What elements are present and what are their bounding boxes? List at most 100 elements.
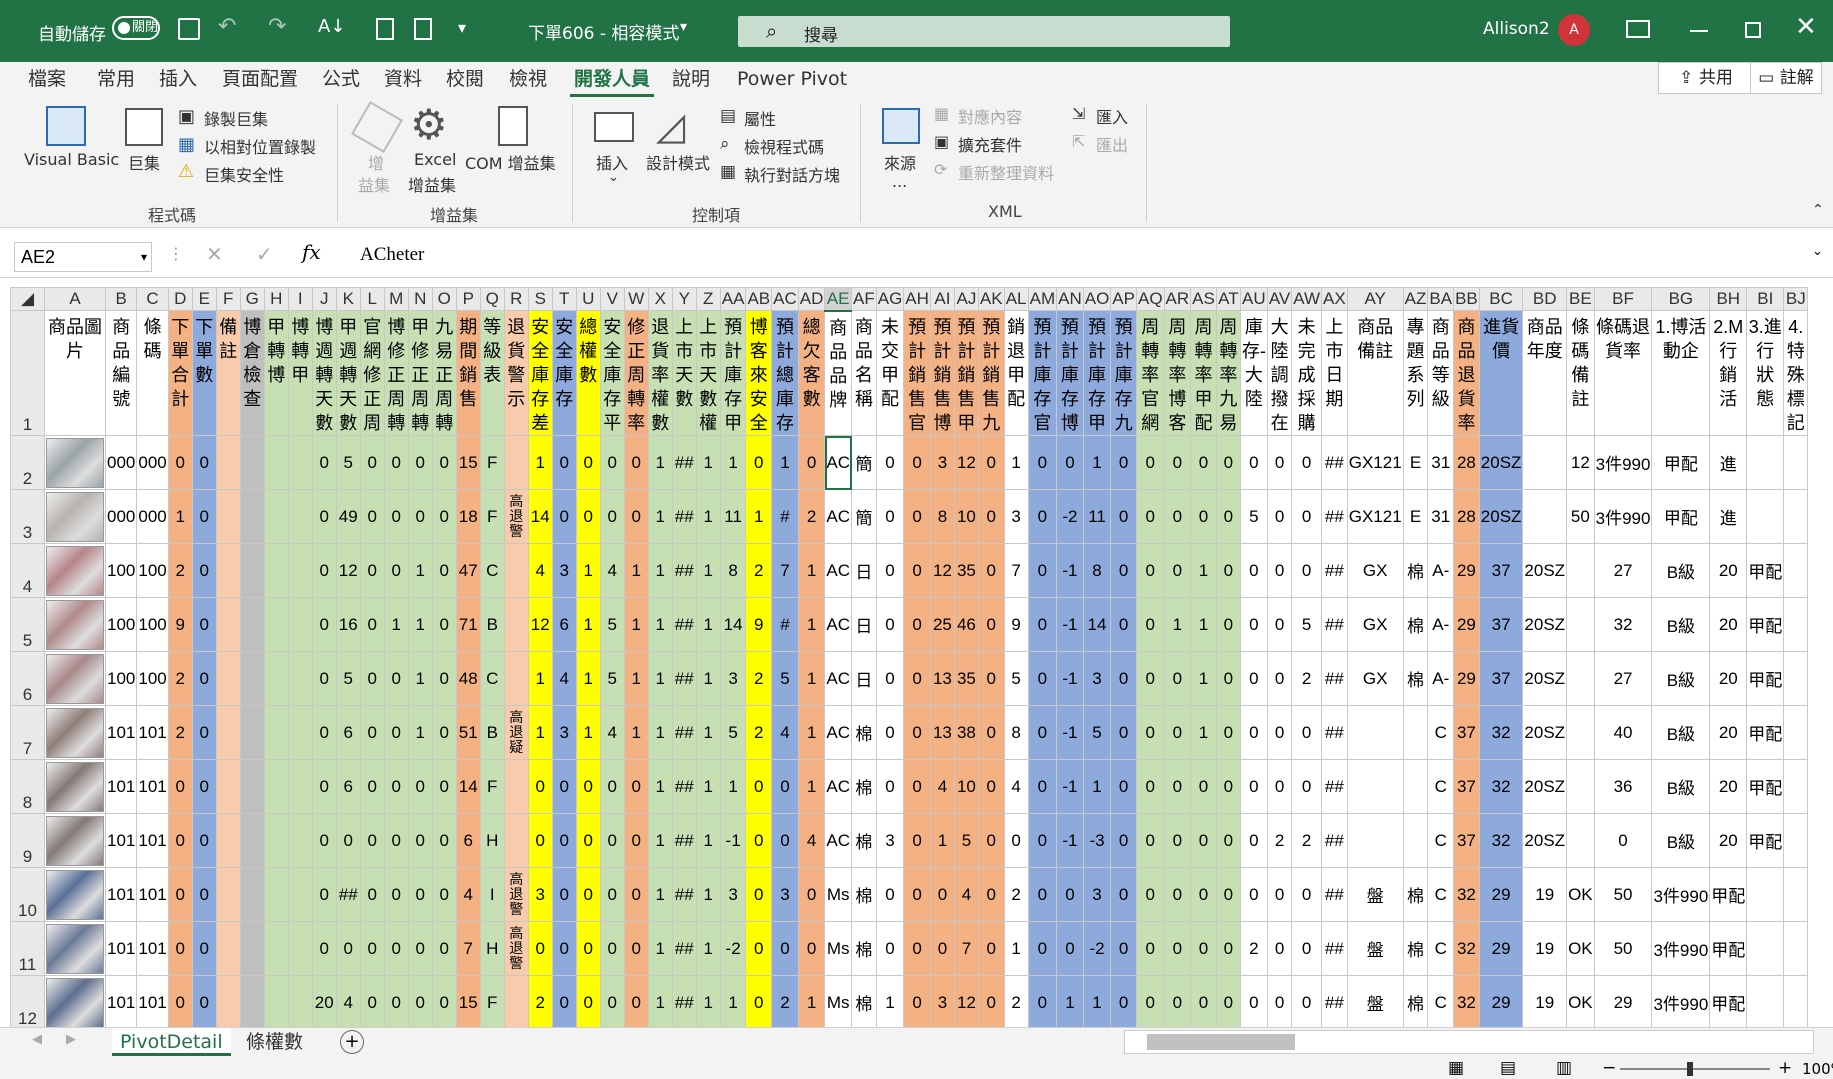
table-cell[interactable]: 1 [929,813,955,868]
table-cell[interactable]: 14 [527,489,553,544]
table-cell[interactable]: 0 [903,921,931,976]
table-cell[interactable]: 0 [191,813,217,868]
header-cell[interactable]: 九易正周轉 [431,310,457,436]
table-cell[interactable]: 0 [1110,435,1137,490]
table-cell[interactable]: 高退疑 [503,705,529,760]
table-cell[interactable]: 0 [903,759,931,814]
table-cell[interactable] [1402,759,1429,814]
table-cell[interactable]: 甲配 [1651,489,1711,544]
table-cell[interactable]: 0 [311,489,337,544]
table-cell[interactable]: 0 [551,813,577,868]
product-image[interactable] [44,759,106,814]
run-dialog-button[interactable]: 執行對話方塊 [744,162,840,186]
table-cell[interactable]: 32 [1478,813,1524,868]
name-box[interactable]: AE2 ▾ [14,242,152,272]
table-cell[interactable]: 甲配 [1746,813,1785,868]
macro-security-button[interactable]: 巨集安全性 [204,162,284,186]
table-cell[interactable]: 5 [599,651,625,706]
header-cell[interactable]: 下單數 [191,310,217,436]
table-cell[interactable]: 0 [977,921,1005,976]
table-cell[interactable]: # [771,489,799,544]
table-cell[interactable]: 3 [771,867,799,922]
table-cell[interactable]: 1 [695,921,721,976]
table-cell[interactable]: 0 [771,759,799,814]
table-cell[interactable]: 0 [407,813,433,868]
table-cell[interactable]: 盤 [1346,921,1404,976]
header-cell[interactable]: 博轉甲 [287,310,313,436]
table-cell[interactable]: ## [671,651,697,706]
table-cell[interactable]: 15 [455,435,481,490]
table-cell[interactable]: 3件990 [1651,921,1711,976]
table-cell[interactable]: 10 [953,489,979,544]
table-cell[interactable] [1566,651,1595,706]
table-cell[interactable]: 1 [695,435,721,490]
table-cell[interactable]: 29 [1478,867,1524,922]
table-cell[interactable]: 0 [551,975,577,1027]
table-cell[interactable]: 0 [1163,813,1192,868]
table-cell[interactable]: 0 [359,543,385,598]
table-cell[interactable] [1746,489,1785,544]
table-cell[interactable]: ## [1321,489,1348,544]
column-header-aa[interactable]: AA [719,287,747,311]
table-cell[interactable]: B級 [1651,597,1711,652]
table-cell[interactable]: 0 [191,705,217,760]
table-cell[interactable]: 0 [875,705,905,760]
table-cell[interactable]: 0 [1027,759,1058,814]
table-cell[interactable]: 20SZ [1522,813,1568,868]
table-cell[interactable]: 38 [953,705,979,760]
table-cell[interactable]: 1 [575,705,601,760]
table-cell[interactable]: 1 [695,867,721,922]
table-cell[interactable]: F [479,759,505,814]
column-header-bg[interactable]: BG [1651,287,1711,311]
header-cell[interactable]: 商品編號 [104,310,138,436]
table-cell[interactable]: 0 [383,489,409,544]
table-cell[interactable]: 1 [623,651,649,706]
table-cell[interactable]: 0 [1056,435,1084,490]
table-cell[interactable]: 47 [455,543,481,598]
table-cell[interactable]: 棉 [851,975,877,1027]
table-cell[interactable]: 0 [1163,975,1192,1027]
table-cell[interactable]: 9 [167,597,193,652]
table-cell[interactable]: 100 [104,651,138,706]
table-cell[interactable]: 3 [875,813,905,868]
table-cell[interactable]: 0 [929,921,955,976]
table-cell[interactable]: 0 [311,543,337,598]
table-cell[interactable]: AC [824,597,852,652]
column-header-am[interactable]: AM [1027,287,1058,311]
table-cell[interactable]: 0 [191,867,217,922]
table-cell[interactable]: 4 [929,759,955,814]
table-cell[interactable]: -1 [1056,543,1084,598]
collapse-ribbon-icon[interactable]: ⌃ [1812,202,1824,218]
table-cell[interactable]: 1 [1003,435,1029,490]
excel-addins-button[interactable]: Excel [414,150,456,169]
table-cell[interactable]: 6 [335,759,361,814]
table-cell[interactable]: 1 [695,651,721,706]
table-cell[interactable]: ## [1321,921,1348,976]
table-cell[interactable]: 13 [929,705,955,760]
table-cell[interactable] [239,867,265,922]
table-cell[interactable]: 0 [977,435,1005,490]
column-header-w[interactable]: W [623,287,649,311]
table-cell[interactable] [263,489,289,544]
table-cell[interactable]: 1 [623,705,649,760]
column-header-aj[interactable]: AJ [953,287,979,311]
insert-dropdown-icon[interactable]: ⌄ [608,170,619,185]
column-header-r[interactable]: R [503,287,529,311]
column-header-ba[interactable]: BA [1427,287,1455,311]
table-cell[interactable]: 5 [335,651,361,706]
table-cell[interactable]: 0 [383,975,409,1027]
column-header-y[interactable]: Y [671,287,697,311]
row-header[interactable]: 6 [10,651,45,706]
table-cell[interactable]: 29 [1453,651,1480,706]
table-cell[interactable]: 20 [311,975,337,1027]
spreadsheet-grid[interactable]: ◢ A B C D E F G H I J K L M N O P Q R S T U V W X Y Z AA AB AC AD AE AF A… [10,287,1833,1027]
table-cell[interactable]: AC [824,489,852,544]
table-cell[interactable] [287,975,313,1027]
table-cell[interactable]: 0 [575,921,601,976]
column-header-s[interactable]: S [527,287,553,311]
table-cell[interactable]: 棉 [1402,975,1429,1027]
table-cell[interactable]: C [479,543,505,598]
table-cell[interactable]: 0 [311,705,337,760]
table-cell[interactable]: 29 [1478,921,1524,976]
table-cell[interactable]: 7 [771,543,799,598]
